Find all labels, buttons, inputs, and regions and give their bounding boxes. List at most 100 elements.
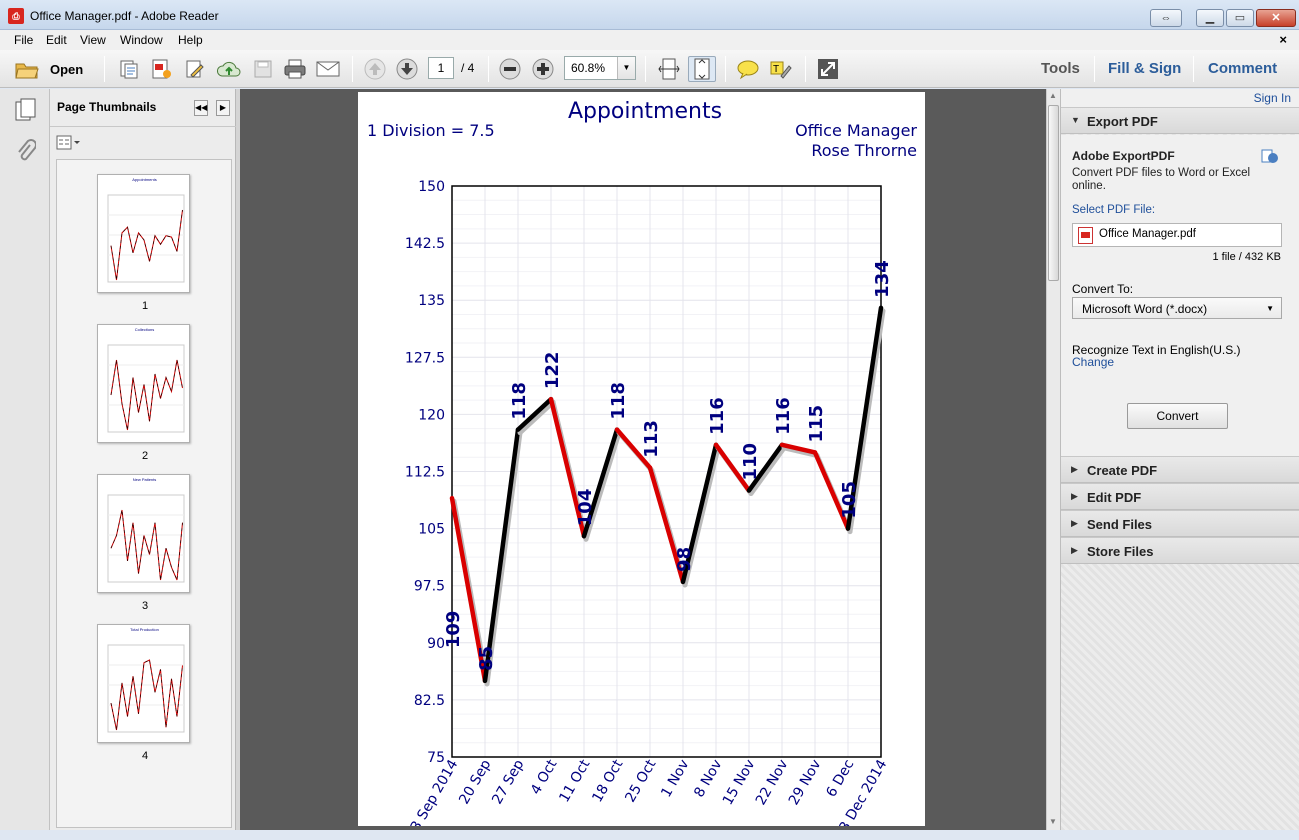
export-title: Adobe ExportPDF — [1072, 149, 1175, 163]
collapse-panel-button[interactable]: ◀◀ — [194, 100, 208, 116]
y-tick-label: 82.5 — [414, 693, 445, 709]
vertical-scrollbar[interactable]: ▲ ▼ — [1046, 89, 1060, 830]
tasks-panel: Sign In ▼ Export PDF Adobe ExportPDF Con… — [1060, 89, 1299, 830]
paperclip-icon[interactable] — [16, 139, 37, 168]
export-info-icon[interactable] — [1261, 147, 1279, 168]
convert-format-select[interactable]: Microsoft Word (*.docx) ▼ — [1072, 297, 1282, 319]
chevron-down-icon: ▼ — [1266, 304, 1274, 313]
tab-tools[interactable]: Tools — [1041, 60, 1080, 77]
data-label: 104 — [575, 489, 596, 527]
thumbnail-title: Total Production — [130, 627, 159, 632]
previous-page-button[interactable] — [362, 56, 388, 82]
edit-document-button[interactable] — [182, 56, 208, 82]
restore-layout-button[interactable]: ⇔ — [1150, 9, 1182, 27]
email-button[interactable] — [314, 56, 342, 82]
speech-bubble-icon — [737, 60, 759, 80]
fullscreen-button[interactable] — [815, 56, 841, 82]
arrow-up-icon — [364, 58, 386, 80]
page-thumbnail[interactable]: Total Production — [97, 624, 190, 743]
upload-button[interactable] — [214, 56, 244, 82]
data-label: 116 — [773, 397, 794, 435]
scroll-down-icon[interactable]: ▼ — [1049, 817, 1057, 826]
fit-page-button[interactable] — [688, 56, 716, 82]
store-files-section[interactable]: ▶ Store Files — [1061, 537, 1299, 564]
convert-button[interactable]: Convert — [1127, 403, 1228, 429]
zoom-in-button[interactable] — [530, 56, 556, 82]
page-thumbnails-icon[interactable] — [14, 97, 38, 126]
fit-page-icon — [694, 58, 710, 80]
next-page-button[interactable] — [394, 56, 420, 82]
zoom-value: 60.8% — [571, 61, 606, 75]
sticky-note-button[interactable] — [735, 56, 761, 82]
data-label: 85 — [476, 646, 497, 671]
close-document-button[interactable]: × — [1279, 32, 1287, 47]
minimize-button[interactable]: ▁ — [1196, 9, 1224, 27]
pdf-file-icon — [1078, 227, 1093, 244]
highlight-text-button[interactable]: T — [768, 56, 794, 82]
zoom-select[interactable]: 60.8% ▼ — [564, 56, 636, 80]
print-button[interactable] — [282, 56, 308, 82]
triangle-right-icon: ▶ — [1071, 545, 1078, 555]
open-button[interactable]: Open — [14, 56, 94, 82]
sign-in-link[interactable]: Sign In — [1254, 91, 1291, 105]
x-tick-label: 18 Oct — [589, 757, 626, 806]
page-number-input[interactable]: 1 — [428, 57, 454, 79]
y-tick-label: 120 — [418, 407, 445, 423]
create-pdf-label: Create PDF — [1087, 463, 1158, 478]
tab-fill-sign[interactable]: Fill & Sign — [1108, 60, 1181, 77]
menu-file[interactable]: File — [14, 33, 33, 47]
svg-text:T: T — [773, 64, 779, 75]
create-pdf-section[interactable]: ▶ Create PDF — [1061, 456, 1299, 483]
thumbnails-panel: Page Thumbnails ◀◀ ▶ Appointments 1 Colle… — [50, 89, 236, 830]
page-total: / 4 — [461, 61, 475, 75]
menu-help[interactable]: Help — [178, 33, 203, 47]
tab-comment[interactable]: Comment — [1208, 60, 1277, 77]
create-pdf-button[interactable] — [116, 56, 142, 82]
chart-subtitle-left: 1 Division = 7.5 — [367, 121, 495, 140]
menu-window[interactable]: Window — [120, 33, 163, 47]
page-thumbnail[interactable]: Collections — [97, 324, 190, 443]
export-pdf-button[interactable] — [148, 56, 174, 82]
page-thumbnail[interactable]: Appointments — [97, 174, 190, 293]
y-tick-label: 127.5 — [405, 350, 445, 366]
zoom-out-button[interactable] — [497, 56, 523, 82]
thumbnail-title: Collections — [134, 327, 155, 332]
selected-file-field[interactable]: Office Manager.pdf — [1072, 223, 1282, 247]
close-window-button[interactable]: ✕ — [1256, 9, 1296, 27]
pages-icon — [120, 60, 138, 79]
title-bar: ⎙ Office Manager.pdf - Adobe Reader ⇔ ▁ … — [0, 0, 1299, 30]
thumbnail-page-number: 4 — [141, 750, 149, 762]
arrow-down-icon — [396, 58, 418, 80]
save-button[interactable] — [250, 56, 276, 82]
scrollbar-thumb[interactable] — [1048, 105, 1059, 281]
chevron-down-icon[interactable]: ▼ — [617, 57, 635, 79]
fit-width-icon — [658, 58, 680, 80]
thumbnails-header: Page Thumbnails ◀◀ ▶ — [50, 89, 236, 127]
chart-subtitle-right: Rose Throrne — [811, 141, 917, 160]
data-label: 98 — [674, 547, 695, 572]
edit-pdf-section[interactable]: ▶ Edit PDF — [1061, 483, 1299, 510]
data-label: 105 — [839, 481, 860, 519]
send-files-section[interactable]: ▶ Send Files — [1061, 510, 1299, 537]
page-thumbnail[interactable]: New Patients — [97, 474, 190, 593]
highlighter-icon: T — [770, 61, 792, 79]
expand-panel-button[interactable]: ▶ — [216, 100, 230, 116]
thumbnail-title: New Patients — [132, 477, 157, 482]
maximize-button[interactable]: ▭ — [1226, 9, 1254, 27]
export-pdf-section[interactable]: ▼ Export PDF — [1061, 107, 1299, 134]
data-label: 118 — [509, 382, 530, 420]
toolbar: Open T — [0, 50, 1299, 88]
options-menu-icon[interactable] — [56, 135, 82, 154]
change-link[interactable]: Change — [1072, 355, 1114, 369]
data-label: 109 — [443, 611, 464, 649]
fit-width-button[interactable] — [655, 56, 683, 82]
pdf-export-icon — [152, 59, 171, 79]
scroll-up-icon[interactable]: ▲ — [1049, 91, 1057, 100]
expand-icon — [818, 59, 838, 79]
thumbnail-page-number: 1 — [141, 300, 149, 312]
menu-view[interactable]: View — [80, 33, 106, 47]
cloud-upload-icon — [216, 61, 241, 77]
menu-edit[interactable]: Edit — [46, 33, 67, 47]
x-tick-label: 13 Sep 2014 — [403, 757, 461, 826]
navigation-pane-strip — [0, 89, 50, 830]
